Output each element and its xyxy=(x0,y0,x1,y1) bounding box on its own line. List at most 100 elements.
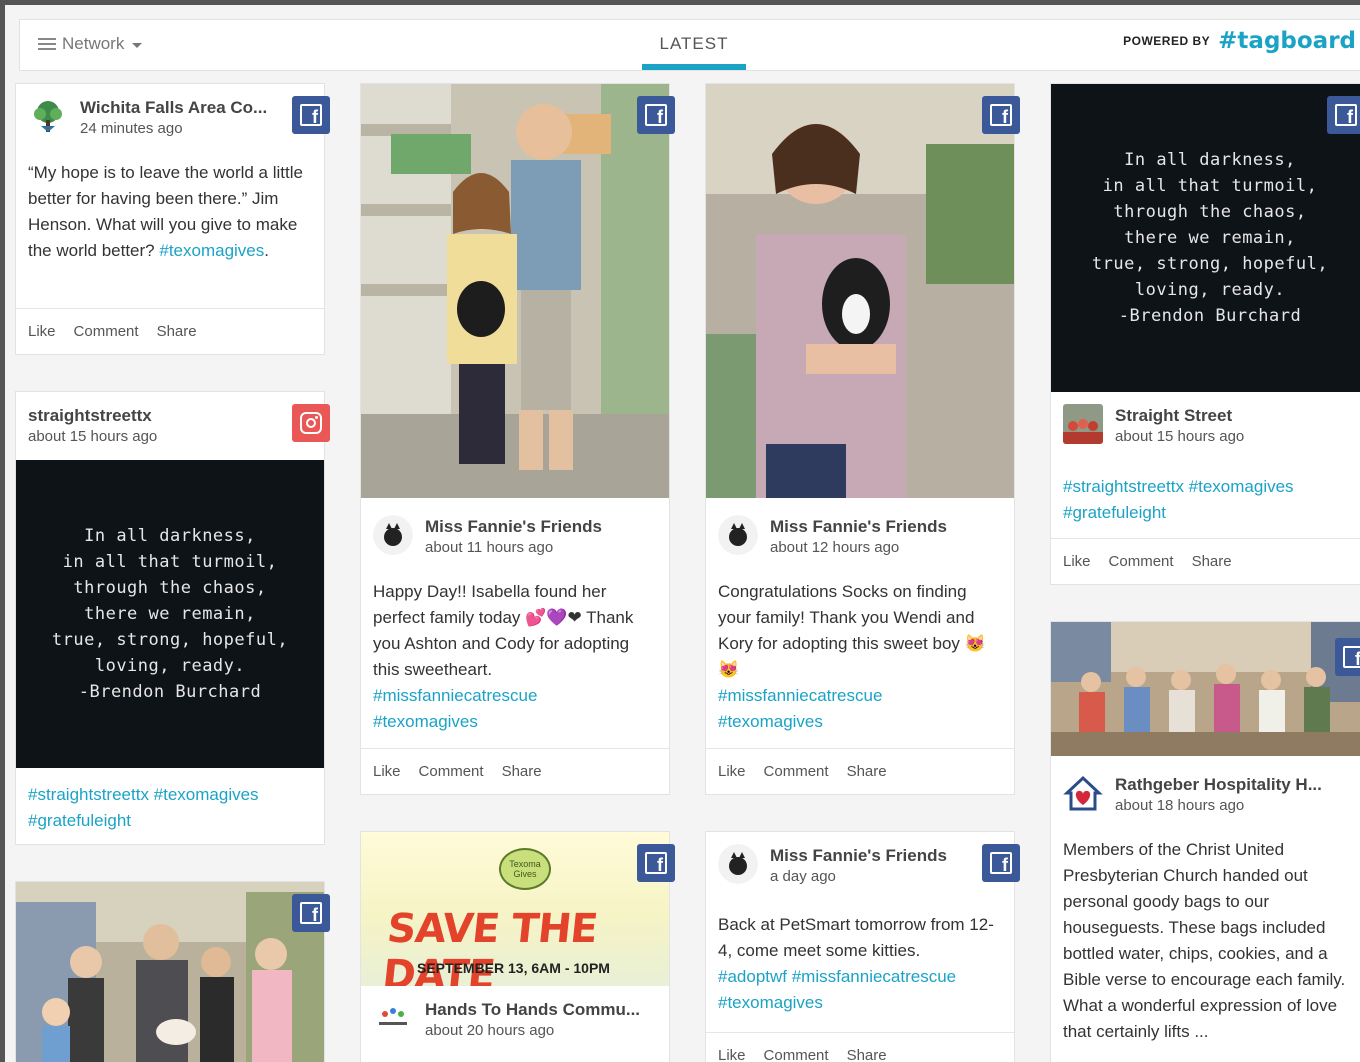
post-author[interactable]: Rathgeber Hospitality H... xyxy=(1115,775,1355,795)
facebook-icon[interactable] xyxy=(982,844,1020,882)
facebook-icon[interactable] xyxy=(637,844,675,882)
post-header: Rathgeber Hospitality H... about 18 hour… xyxy=(1051,761,1360,821)
post-text: Members of the Christ United Presbyteria… xyxy=(1051,821,1360,1057)
post-image-quote[interactable]: In all darkness, in all that turmoil, th… xyxy=(16,460,324,768)
top-bar: Network LATEST POWERED BY #tagboard xyxy=(19,19,1360,71)
post-time: about 12 hours ago xyxy=(770,539,900,556)
hashtag-line[interactable]: #texomagives xyxy=(718,990,1002,1016)
post-card-straightstreettx[interactable]: straightstreettx about 15 hours ago In a… xyxy=(15,391,325,845)
hashtag-line[interactable]: #missfanniecatrescue xyxy=(373,683,657,709)
post-text: Congratulations Socks on finding your fa… xyxy=(706,563,1014,747)
comment-button[interactable]: Comment xyxy=(419,763,484,780)
avatar xyxy=(1063,773,1103,813)
like-button[interactable]: Like xyxy=(28,323,56,340)
hashtag-line[interactable]: #straightstreettx #texomagives xyxy=(28,782,312,808)
post-author[interactable]: Miss Fannie's Friends xyxy=(770,846,1010,866)
hashtag-line[interactable]: #gratefuleight xyxy=(1063,500,1357,526)
like-button[interactable]: Like xyxy=(718,763,746,780)
post-author[interactable]: Miss Fannie's Friends xyxy=(425,517,665,537)
powered-by-label: POWERED BY xyxy=(1123,34,1211,48)
facebook-icon[interactable] xyxy=(1327,96,1360,134)
comment-button[interactable]: Comment xyxy=(74,323,139,340)
post-header: straightstreettx about 15 hours ago xyxy=(16,392,324,460)
comment-button[interactable]: Comment xyxy=(1109,553,1174,570)
hashtag-line[interactable]: #gratefuleight xyxy=(28,808,312,834)
facebook-icon[interactable] xyxy=(1335,638,1360,676)
post-card-fannie-isabella[interactable]: Miss Fannie's Friends about 11 hours ago… xyxy=(360,83,670,795)
post-author[interactable]: Wichita Falls Area Co... xyxy=(80,98,320,118)
comment-button[interactable]: Comment xyxy=(764,1047,829,1062)
facebook-icon[interactable] xyxy=(292,96,330,134)
like-button[interactable]: Like xyxy=(1063,553,1091,570)
post-card-rathgeber[interactable]: Rathgeber Hospitality H... about 18 hour… xyxy=(1050,621,1360,1062)
post-actions: Like Comment Share xyxy=(16,308,324,354)
post-author[interactable]: Straight Street xyxy=(1115,406,1355,426)
post-card-straight-street[interactable]: In all darkness, in all that turmoil, th… xyxy=(1050,83,1360,585)
post-time: 24 minutes ago xyxy=(80,120,183,137)
post-body-text: Congratulations Socks on finding your fa… xyxy=(718,582,986,679)
post-text: #straightstreettx #texomagives #grateful… xyxy=(1051,452,1360,538)
post-text-tail: . xyxy=(264,241,269,260)
post-time: about 18 hours ago xyxy=(1115,797,1245,814)
like-button[interactable]: Like xyxy=(373,763,401,780)
post-actions: Like Comment Share xyxy=(706,748,1014,794)
instagram-icon[interactable] xyxy=(292,404,330,442)
post-time: about 11 hours ago xyxy=(425,539,554,556)
tab-latest-indicator xyxy=(642,64,746,70)
facebook-icon[interactable] xyxy=(982,96,1020,134)
avatar xyxy=(373,998,413,1038)
tagboard-page: Network LATEST POWERED BY #tagboard Wich… xyxy=(0,0,1360,1062)
post-author[interactable]: straightstreettx xyxy=(28,406,268,426)
share-button[interactable]: Share xyxy=(847,1047,887,1062)
post-image-save-the-date[interactable]: Texoma Gives SAVE THE DATE SEPTEMBER 13,… xyxy=(361,832,669,986)
quote-text: In all darkness, in all that turmoil, th… xyxy=(1091,150,1329,326)
hashtag-line[interactable]: #straightstreettx #texomagives xyxy=(1063,474,1357,500)
facebook-icon[interactable] xyxy=(637,96,675,134)
post-text: Back at PetSmart tomorrow from 12-4, com… xyxy=(706,892,1014,1028)
powered-by[interactable]: POWERED BY #tagboard xyxy=(1123,28,1356,54)
post-author[interactable]: Miss Fannie's Friends xyxy=(770,517,1010,537)
facebook-icon[interactable] xyxy=(292,894,330,932)
post-card-store-group[interactable] xyxy=(15,881,325,1062)
hashtag-line[interactable]: #missfanniecatrescue xyxy=(718,683,1002,709)
post-time: a day ago xyxy=(770,868,836,885)
comment-button[interactable]: Comment xyxy=(764,763,829,780)
post-image[interactable] xyxy=(361,84,670,498)
post-time: about 15 hours ago xyxy=(1115,428,1245,445)
post-card-save-the-date[interactable]: Texoma Gives SAVE THE DATE SEPTEMBER 13,… xyxy=(360,831,670,1062)
tagboard-logo: #tagboard xyxy=(1218,28,1356,54)
post-header: Wichita Falls Area Co... 24 minutes ago xyxy=(16,84,324,144)
post-body-text: Back at PetSmart tomorrow from 12-4, com… xyxy=(718,915,994,960)
share-button[interactable]: Share xyxy=(157,323,197,340)
post-card-fannie-socks[interactable]: Miss Fannie's Friends about 12 hours ago… xyxy=(705,83,1015,795)
post-card-wichita[interactable]: Wichita Falls Area Co... 24 minutes ago … xyxy=(15,83,325,355)
post-body-text: Members of the Christ United Presbyteria… xyxy=(1063,840,1346,1041)
hashtag-line[interactable]: #texomagives xyxy=(373,709,657,735)
save-the-date-subtitle: SEPTEMBER 13, 6AM - 10PM xyxy=(417,960,610,976)
post-text: “My hope is to leave the world a little … xyxy=(16,144,324,276)
post-text: #straightstreettx #texomagives #grateful… xyxy=(16,768,324,844)
hashtag-line[interactable]: #texomagives xyxy=(718,709,1002,735)
post-actions: Like Comment Share xyxy=(361,748,669,794)
tab-latest[interactable]: LATEST xyxy=(642,34,746,54)
hashtag-line[interactable]: #adoptwf #missfanniecatrescue xyxy=(718,964,1002,990)
post-header: Hands To Hands Commu... about 20 hours a… xyxy=(361,986,669,1046)
share-button[interactable]: Share xyxy=(502,763,542,780)
post-image-quote[interactable]: In all darkness, in all that turmoil, th… xyxy=(1051,84,1360,392)
post-header: Miss Fannie's Friends about 11 hours ago xyxy=(361,503,669,563)
post-card-fannie-petsmart[interactable]: Miss Fannie's Friends a day ago Back at … xyxy=(705,831,1015,1062)
avatar xyxy=(1063,404,1103,444)
network-filter-dropdown[interactable]: Network xyxy=(38,34,143,54)
post-image[interactable] xyxy=(1051,622,1360,756)
filter-icon xyxy=(38,37,56,51)
hashtag[interactable]: #texomagives xyxy=(159,241,264,260)
post-actions: Like Comment Share xyxy=(706,1032,1014,1062)
like-button[interactable]: Like xyxy=(718,1047,746,1062)
post-image[interactable] xyxy=(706,84,1015,498)
post-text: Happy Day!! Isabella found her perfect f… xyxy=(361,563,669,747)
caret-down-icon xyxy=(132,42,143,48)
share-button[interactable]: Share xyxy=(847,763,887,780)
share-button[interactable]: Share xyxy=(1192,553,1232,570)
post-author[interactable]: Hands To Hands Commu... xyxy=(425,1000,665,1020)
post-image[interactable] xyxy=(16,882,325,1062)
